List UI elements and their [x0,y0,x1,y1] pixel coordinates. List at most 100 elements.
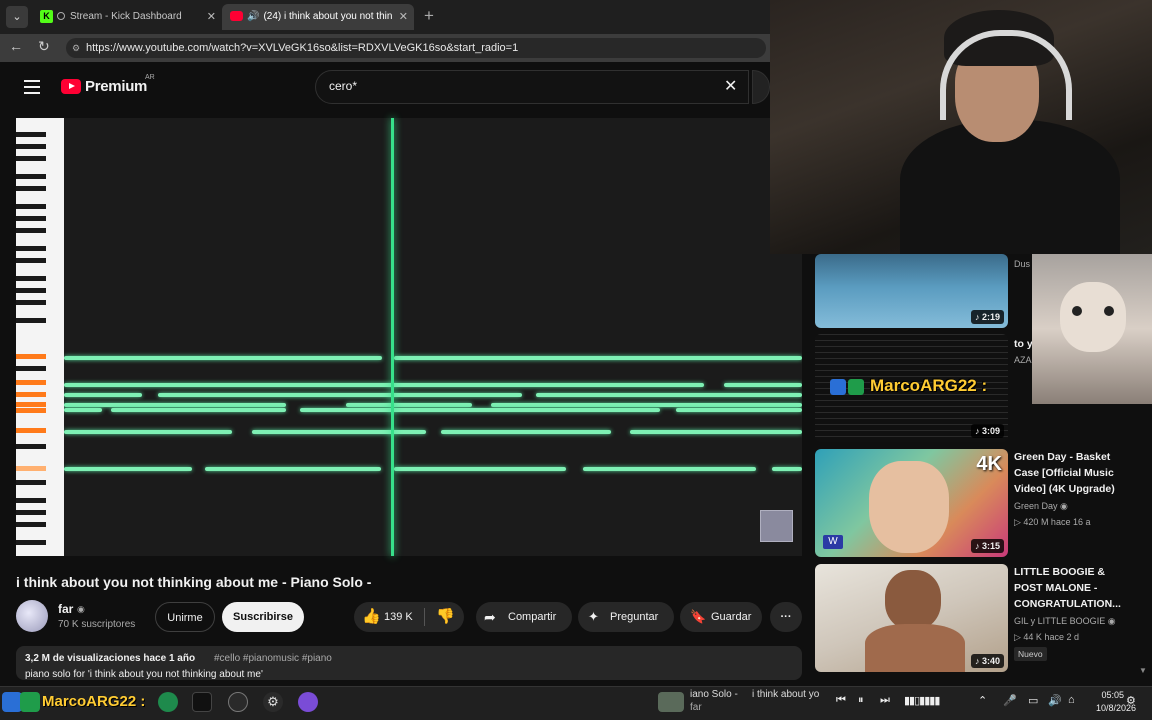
tab-kick-dashboard[interactable]: K Stream - Kick Dashboard ✕ [34,4,222,30]
ask-button[interactable]: ✦ Preguntar [578,602,674,632]
recommended-thumbnail[interactable]: ♪ 3:40 [815,564,1008,672]
join-button[interactable]: Unirme [155,602,215,632]
thumbnail-body [865,624,965,672]
bookmark-icon: 🔖 [690,609,707,624]
ask-label: Preguntar [610,611,659,623]
channel-name[interactable]: far [58,602,73,616]
share-label: Compartir [508,611,557,623]
save-button[interactable]: 🔖 Guardar [680,602,762,632]
system-clock[interactable]: 05:05 10/8/2026 [1096,689,1136,715]
recommended-channel[interactable]: Green Day ◉ [1014,501,1068,512]
piano-key [16,174,46,179]
menu-icon[interactable] [24,80,40,98]
channel-avatar[interactable] [16,600,48,632]
piano-note [64,383,704,387]
piano-note [64,467,192,471]
display-icon[interactable]: ▭ [1028,694,1038,707]
piano-key [16,318,46,323]
media-pause-icon[interactable]: ⏸ [858,694,864,707]
piano-note [64,408,102,412]
recommended-title[interactable]: Green Day - Basket Case [Official Music … [1014,449,1134,497]
thumbnail-face [885,570,941,630]
microphone-icon[interactable]: 🎤 [1003,694,1017,707]
piano-key [16,258,46,263]
share-button[interactable]: ➦ Compartir [476,602,572,632]
speaker-icon[interactable]: 🔊 [247,11,259,22]
scroll-down-icon[interactable]: ▼ [1139,666,1147,675]
piano-note [630,430,802,434]
verified-icon: ◉ [77,604,85,614]
dislike-icon[interactable]: 👎 [436,602,455,632]
video-player[interactable] [16,118,802,556]
app-icon[interactable] [158,692,178,712]
music-icon: ▷ [1014,517,1024,527]
app-icon[interactable] [228,692,248,712]
kick-tag-icon [830,378,846,395]
tab-title: (24) i think about you not thin [263,11,393,22]
media-next-icon[interactable]: ⏭ [880,694,890,707]
piano-note [394,356,802,360]
subscribe-button[interactable]: Suscribirse [222,602,304,632]
app-icon[interactable] [192,692,212,712]
notification-gear-icon[interactable]: ⚙ [1126,694,1136,707]
recommended-title[interactable]: to y [1014,336,1034,352]
search-box[interactable] [315,70,749,104]
music-icon: ♪ [974,656,982,666]
piano-key-active [16,402,46,407]
piano-note [441,430,611,434]
url-text: https://www.youtube.com/watch?v=XVLVeGK1… [86,42,519,54]
piano-note [252,430,426,434]
site-info-icon[interactable]: ⚙ [72,38,80,58]
piano-key [16,216,46,221]
streamer-tag-overlay: MarcoARG22 : [830,376,987,400]
piano-key-active [16,466,46,471]
url-field[interactable]: ⚙ https://www.youtube.com/watch?v=XVLVeG… [66,38,766,58]
media-thumbnail[interactable] [658,692,684,712]
tab-search-dropdown-button[interactable]: ⌄ [6,6,28,28]
youtube-premium-logo[interactable]: Premium [85,78,147,95]
recommended-channel[interactable]: GIL y LITTLE BOOGIE ◉ [1014,616,1116,627]
settings-gear-icon[interactable]: ⚙ [263,692,283,712]
piano-key [16,480,46,485]
music-icon: ▷ [1014,632,1024,642]
youtube-logo-icon[interactable] [61,79,81,94]
recommended-channel[interactable]: AZA [1014,355,1034,365]
media-previous-icon[interactable]: ⏮ [836,694,846,707]
app-icon[interactable] [20,692,40,712]
recommended-title[interactable]: Dus [1014,256,1034,272]
piano-note [64,403,286,407]
hashtags[interactable]: #cello #pianomusic #piano [214,653,332,664]
volume-icon[interactable]: 🔊 [1048,694,1062,707]
piano-note [583,467,756,471]
chevron-up-icon[interactable]: ⌃ [978,694,987,707]
more-actions-icon[interactable]: ··· [770,602,802,632]
piano-key-active [16,408,46,413]
close-tab-icon[interactable]: ✕ [207,4,216,30]
cat-face [1060,282,1126,352]
app-icon[interactable] [298,692,318,712]
clear-search-icon[interactable]: ✕ [724,76,737,96]
like-count[interactable]: 139 K [384,602,413,632]
search-input[interactable]: cero* [329,79,357,93]
piano-key [16,228,46,233]
recommended-title[interactable]: LITTLE BOOGIE & POST MALONE - CONGRATULA… [1014,564,1126,612]
youtube-icon [230,11,243,22]
tab-youtube-video[interactable]: 🔊 (24) i think about you not thin ✕ [222,4,414,30]
network-icon[interactable]: ⌂ [1068,694,1075,706]
reload-icon[interactable]: ↻ [38,38,50,55]
new-tab-button[interactable]: + [424,6,434,26]
piano-note [111,408,286,412]
recommended-thumbnail[interactable]: 4K W ♪ 3:15 [815,449,1008,557]
loading-icon [57,12,65,21]
recommended-thumbnail[interactable]: ♪ 2:19 [815,254,1008,328]
start-icon[interactable] [2,692,22,712]
piano-key [16,300,46,305]
tab-title: Stream - Kick Dashboard [70,11,182,22]
close-tab-icon[interactable]: ✕ [399,4,408,30]
like-icon[interactable]: 👍 [362,602,381,632]
share-icon: ➦ [484,609,496,625]
cat-overlay-image [1032,254,1152,404]
back-arrow-icon[interactable]: ← [9,38,23,54]
video-overlay-thumbnail[interactable] [760,510,793,542]
clock-time: 05:05 [1101,690,1124,700]
